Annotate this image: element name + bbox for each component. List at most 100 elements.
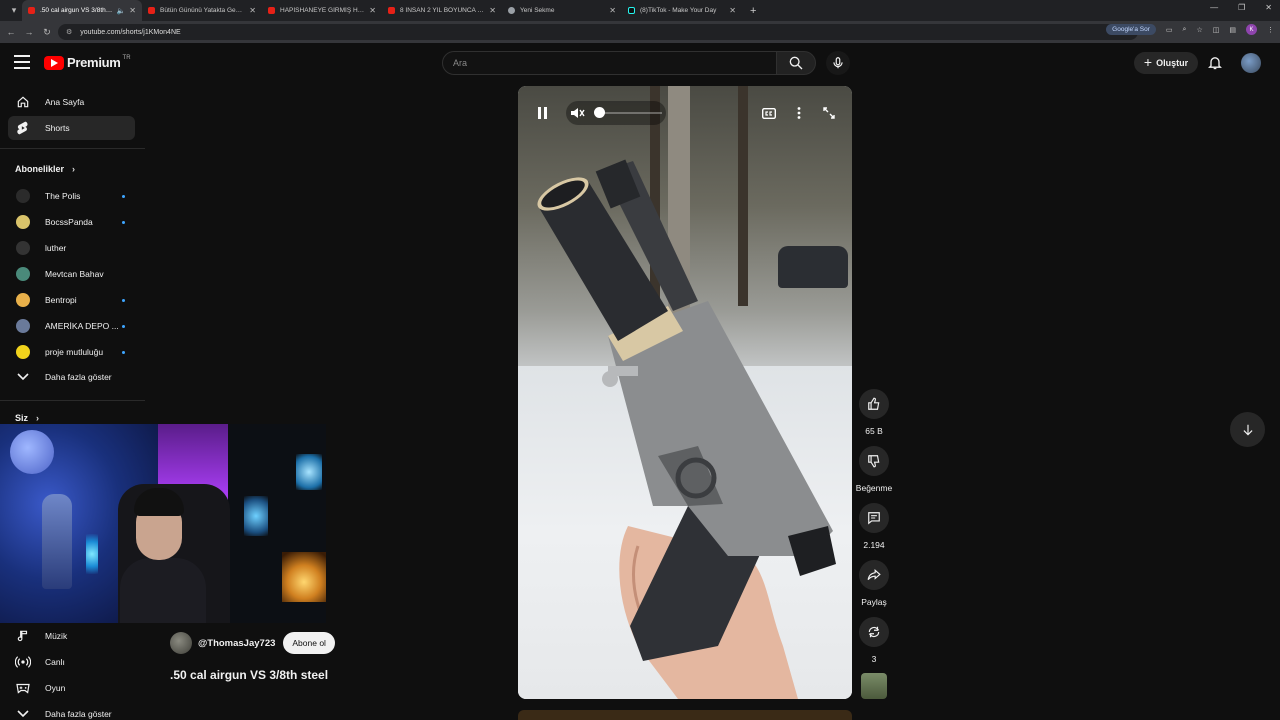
- captions-button[interactable]: [759, 103, 779, 123]
- channel-name[interactable]: @ThomasJay723: [198, 638, 275, 649]
- subscription-item[interactable]: proje mutluluğu: [8, 340, 135, 364]
- show-more-label: Daha fazla göster: [45, 372, 112, 382]
- bookmark-star-icon[interactable]: ☆: [1196, 26, 1202, 34]
- next-short-preview[interactable]: [518, 710, 852, 720]
- dislike-button[interactable]: [859, 446, 889, 476]
- subscription-label: AMERİKA DEPO ...: [45, 321, 119, 331]
- subscriptions-header[interactable]: Abonelikler ›: [15, 164, 75, 174]
- browser-profile-avatar[interactable]: K: [1246, 24, 1257, 35]
- account-avatar[interactable]: [1241, 53, 1261, 73]
- close-tab-icon[interactable]: ✕: [129, 6, 136, 15]
- sidebar-item-shorts[interactable]: Shorts: [8, 116, 135, 140]
- share-button[interactable]: [859, 560, 889, 590]
- sidebar-item-music[interactable]: Müzik: [8, 624, 135, 648]
- you-section-header[interactable]: Siz ›: [15, 413, 39, 423]
- voice-search-button[interactable]: [826, 51, 850, 75]
- browser-menu-icon[interactable]: ⋮: [1267, 26, 1274, 34]
- subscription-item[interactable]: Mevtcan Bahav: [8, 262, 135, 286]
- browser-tab[interactable]: .50 cal airgun VS 3/8th stee 🔈 ✕: [22, 0, 142, 21]
- music-icon: [15, 629, 31, 643]
- subscription-item[interactable]: BocssPanda: [8, 210, 135, 234]
- channel-avatar: [16, 215, 30, 229]
- more-vertical-icon: [797, 107, 801, 119]
- tab-title: .50 cal airgun VS 3/8th stee: [40, 7, 114, 14]
- site-info-icon[interactable]: ⚙: [66, 28, 72, 36]
- new-tab-icon[interactable]: +: [750, 5, 756, 17]
- video-title[interactable]: .50 cal airgun VS 3/8th steel: [170, 668, 328, 682]
- browser-tab[interactable]: (8)TikTok - Make Your Day ✕: [622, 0, 742, 21]
- sound-source-thumbnail[interactable]: [861, 673, 887, 699]
- close-tab-icon[interactable]: ✕: [369, 6, 376, 15]
- fullscreen-button[interactable]: [819, 103, 839, 123]
- mute-button[interactable]: [568, 103, 588, 123]
- new-content-dot: [122, 194, 125, 198]
- webcam-figure-light: [244, 496, 268, 536]
- hamburger-menu-icon[interactable]: [14, 55, 30, 69]
- volume-slider-track[interactable]: [598, 112, 662, 114]
- new-content-dot: [122, 350, 125, 354]
- new-content-dot: [122, 324, 125, 328]
- tab-audio-icon[interactable]: 🔈: [117, 7, 126, 15]
- sidebar-item-label: Canlı: [45, 657, 65, 667]
- more-options-button[interactable]: [789, 103, 809, 123]
- sidebar-toggle-icon[interactable]: ▤: [1229, 26, 1236, 34]
- video-airgun-frame: [537, 159, 836, 699]
- notifications-bell-icon[interactable]: [1207, 54, 1223, 76]
- youtube-premium-logo[interactable]: Premium TR: [44, 55, 131, 70]
- back-icon[interactable]: ←: [2, 27, 20, 37]
- forward-icon[interactable]: →: [20, 27, 38, 37]
- shorts-icon: [15, 121, 31, 135]
- tab-title: Yeni Sekme: [520, 7, 555, 14]
- shorts-video-player[interactable]: [518, 86, 852, 699]
- cast-icon[interactable]: ▭: [1166, 26, 1173, 34]
- address-bar[interactable]: ⚙ youtube.com/shorts/j1KMon4NE: [58, 24, 1138, 40]
- browser-tab[interactable]: Bütün Gününü Yatakta Geçiriyo ✕: [142, 0, 262, 21]
- sidebar-divider: [0, 148, 145, 149]
- tab-search-icon[interactable]: ▾: [6, 3, 22, 19]
- channel-avatar-icon: [15, 293, 31, 307]
- remix-button[interactable]: [859, 617, 889, 647]
- search-input[interactable]: Ara: [442, 51, 778, 75]
- close-tab-icon[interactable]: ✕: [249, 6, 256, 15]
- google-ask-button[interactable]: Google'a Sor: [1106, 24, 1156, 35]
- remix-count: 3: [871, 654, 877, 664]
- tab-title: 8 İNSAN 2 YIL BOYUNCA BİR P: [400, 7, 486, 14]
- sidebar-item-home[interactable]: Ana Sayfa: [8, 90, 135, 114]
- sidebar-item-gaming[interactable]: Oyun: [8, 676, 135, 700]
- subscription-item[interactable]: The Polis: [8, 184, 135, 208]
- search-button[interactable]: [776, 51, 816, 75]
- sidebar-item-live[interactable]: Canlı: [8, 650, 135, 674]
- next-video-button[interactable]: [1230, 412, 1265, 447]
- show-more-label: Daha fazla göster: [45, 709, 112, 719]
- show-more-subscriptions[interactable]: Daha fazla göster: [8, 365, 135, 389]
- close-tab-icon[interactable]: ✕: [489, 6, 496, 15]
- volume-slider-handle[interactable]: [594, 107, 605, 118]
- extensions-icon[interactable]: ◫: [1213, 26, 1220, 34]
- pause-button[interactable]: [533, 103, 553, 123]
- reload-icon[interactable]: ↻: [38, 27, 56, 38]
- restore-icon[interactable]: ❐: [1238, 3, 1245, 12]
- browser-tab[interactable]: Yeni Sekme ✕: [502, 0, 622, 21]
- comment-icon: [868, 512, 880, 525]
- comments-button[interactable]: [859, 503, 889, 533]
- subscription-item[interactable]: luther: [8, 236, 135, 260]
- subscription-item[interactable]: AMERİKA DEPO ...: [8, 314, 135, 338]
- subscription-label: Bentropi: [45, 295, 77, 305]
- subscribe-button[interactable]: Abone ol: [283, 632, 335, 654]
- subscriptions-title: Abonelikler: [15, 164, 65, 174]
- close-tab-icon[interactable]: ✕: [729, 6, 736, 15]
- subscription-item[interactable]: Bentropi: [8, 288, 135, 312]
- webcam-blue-flame: [86, 534, 98, 574]
- create-button[interactable]: + Oluştur: [1134, 52, 1198, 74]
- close-window-icon[interactable]: ✕: [1265, 3, 1272, 12]
- browser-tab[interactable]: HAPİSHANEYE GİRMİŞ HANIM ✕: [262, 0, 382, 21]
- minimize-icon[interactable]: —: [1210, 3, 1218, 12]
- tiktok-favicon-icon: [628, 7, 635, 14]
- show-more-explore[interactable]: Daha fazla göster: [8, 702, 135, 720]
- channel-avatar[interactable]: [170, 632, 192, 654]
- like-button[interactable]: [859, 389, 889, 419]
- zoom-icon[interactable]: ⌕: [1183, 26, 1187, 34]
- close-tab-icon[interactable]: ✕: [609, 6, 616, 15]
- screen: ▾ .50 cal airgun VS 3/8th stee 🔈 ✕ Bütün Gü…: [0, 0, 1280, 720]
- browser-tab[interactable]: 8 İNSAN 2 YIL BOYUNCA BİR P ✕: [382, 0, 502, 21]
